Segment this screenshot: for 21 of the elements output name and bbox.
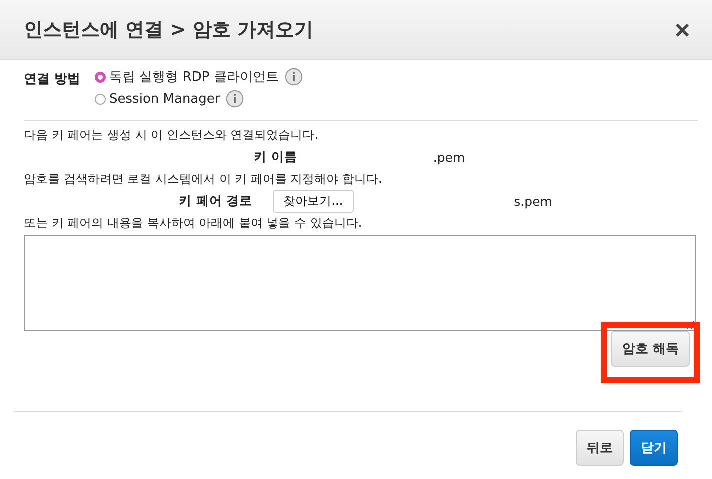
key-name-value: .pem <box>433 150 466 164</box>
radio-button[interactable] <box>94 94 106 104</box>
close-button[interactable]: × <box>674 16 690 42</box>
browse-button[interactable]: 찾아보기... <box>272 190 354 212</box>
key-path-label: 키 페어 경로 <box>179 192 253 210</box>
radio-label[interactable]: 독립 실행형 RDP 클라이언트 <box>110 68 279 86</box>
decrypt-button[interactable]: 암호 해독 <box>611 331 690 367</box>
close-dialog-button[interactable]: 닫기 <box>630 430 678 466</box>
key-pair-note: 다음 키 페어는 생성 시 이 인스턴스와 연결되었습니다. <box>24 127 320 144</box>
radio-button[interactable] <box>94 72 106 82</box>
paste-note: 또는 키 페어의 내용을 복사하여 아래에 붙여 넣을 수 있습니다. <box>24 215 364 232</box>
info-icon[interactable] <box>226 90 244 108</box>
retrieve-note: 암호를 검색하려면 로컬 시스템에서 이 키 페어를 지정해야 합니다. <box>24 171 384 188</box>
key-name-label: 키 이름 <box>254 148 298 166</box>
back-button[interactable]: 뒤로 <box>576 430 624 466</box>
radio-label[interactable]: Session Manager <box>110 92 220 106</box>
dialog-title: 인스턴스에 연결 > 암호 가져오기 <box>24 18 314 42</box>
key-content-field[interactable] <box>24 235 696 331</box>
field-label: 연결 방법 <box>24 71 81 89</box>
file-name: s.pem <box>514 194 552 208</box>
info-icon[interactable] <box>284 68 303 86</box>
